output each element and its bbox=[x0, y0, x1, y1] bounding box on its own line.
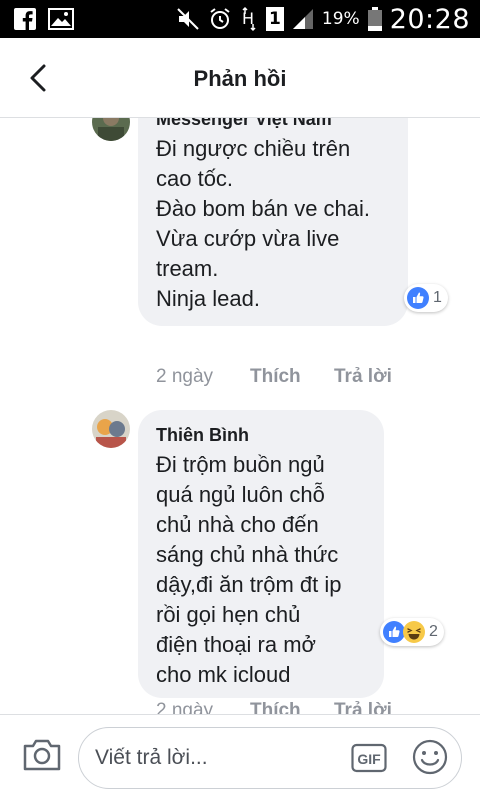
camera-button[interactable] bbox=[22, 737, 62, 773]
comment-text-line: Đào bom bán ve chai. bbox=[156, 196, 371, 221]
battery-icon bbox=[367, 7, 382, 31]
emoji-button[interactable] bbox=[411, 738, 449, 776]
replies-screen: Phản hồi Messenger Việt Nam Đi ngược chi… bbox=[0, 38, 480, 800]
comment-timestamp: 2 ngày bbox=[156, 700, 214, 714]
facebook-icon bbox=[14, 8, 36, 30]
page-title: Phản hồi bbox=[193, 66, 287, 91]
status-bar: H 1 19% 20:28 bbox=[0, 0, 480, 38]
avatar[interactable] bbox=[92, 118, 130, 141]
reply-button[interactable]: Trả lời bbox=[334, 700, 392, 714]
comment-author[interactable]: Messenger Việt Nam bbox=[156, 118, 390, 130]
comment-actions: 2 ngày Thích Trả lời bbox=[156, 700, 392, 714]
comment-text-line: chủ nhà cho đến bbox=[156, 512, 319, 537]
status-bar-system: H 1 19% 20:28 bbox=[176, 3, 470, 35]
comment-text-line: dậy,đi ăn trộm đt ip bbox=[156, 572, 342, 597]
like-reaction-icon bbox=[383, 621, 405, 643]
like-reaction-icon bbox=[407, 287, 429, 309]
comment-text-line: cho mk icloud bbox=[156, 662, 291, 687]
alarm-icon bbox=[210, 8, 230, 29]
smiley-icon bbox=[412, 739, 448, 775]
mute-icon bbox=[177, 8, 199, 30]
comment-text-line: sáng chủ nhà thức bbox=[156, 542, 339, 567]
comment-text-line: Đi trộm buồn ngủ bbox=[156, 452, 325, 477]
reply-button[interactable]: Trả lời bbox=[334, 366, 392, 388]
clock: 20:28 bbox=[389, 3, 470, 35]
gif-label: GIF bbox=[357, 751, 381, 767]
gif-button[interactable]: GIF bbox=[351, 742, 387, 774]
comment-actions: 2 ngày Thích Trả lời bbox=[156, 366, 392, 388]
comment-text-line: rồi gọi hẹn chủ bbox=[156, 602, 301, 627]
avatar[interactable] bbox=[92, 410, 130, 448]
comment-text-line: điện thoại ra mở bbox=[156, 632, 316, 657]
haha-reaction-icon bbox=[403, 621, 425, 643]
comment-bubble: Messenger Việt Nam Đi ngược chiều trên c… bbox=[138, 118, 408, 326]
battery-percent: 19% bbox=[321, 9, 360, 29]
reply-input-placeholder: Viết trả lời... bbox=[95, 746, 208, 769]
comment-text-line: tream. bbox=[156, 256, 219, 281]
reply-composer: Viết trả lời... GIF bbox=[0, 714, 480, 800]
status-bar-notifications bbox=[14, 8, 74, 30]
reaction-summary[interactable]: 2 bbox=[380, 618, 444, 646]
comment-bubble: Thiên Bình Đi trộm buồn ngủ quá ngủ luôn… bbox=[138, 410, 384, 698]
svg-text:H: H bbox=[242, 9, 254, 28]
reply-input[interactable]: Viết trả lời... GIF bbox=[78, 727, 462, 789]
comment-text-line: Ninja lead. bbox=[156, 286, 260, 311]
sim-indicator: 1 bbox=[265, 7, 284, 31]
comment-timestamp: 2 ngày bbox=[156, 366, 214, 387]
like-button[interactable]: Thích bbox=[250, 700, 334, 714]
signal-icon bbox=[292, 9, 313, 29]
comment-text-line: Đi ngược chiều trên bbox=[156, 136, 351, 161]
reaction-summary[interactable]: 1 bbox=[404, 284, 448, 312]
comment-text-line: quá ngủ luôn chỗ bbox=[156, 482, 325, 507]
replies-feed[interactable]: Messenger Việt Nam Đi ngược chiều trên c… bbox=[0, 118, 480, 714]
data-transfer-icon: H bbox=[242, 6, 256, 32]
header: Phản hồi bbox=[0, 38, 480, 118]
reaction-count: 2 bbox=[429, 623, 438, 640]
comment-text-line: cao tốc. bbox=[156, 166, 234, 191]
gallery-icon bbox=[48, 8, 74, 30]
comment-text-line: Vừa cướp vừa live bbox=[156, 226, 340, 251]
camera-icon bbox=[23, 739, 61, 771]
reaction-count: 1 bbox=[433, 289, 442, 306]
comment-author[interactable]: Thiên Bình bbox=[156, 424, 366, 446]
like-button[interactable]: Thích bbox=[250, 366, 334, 388]
